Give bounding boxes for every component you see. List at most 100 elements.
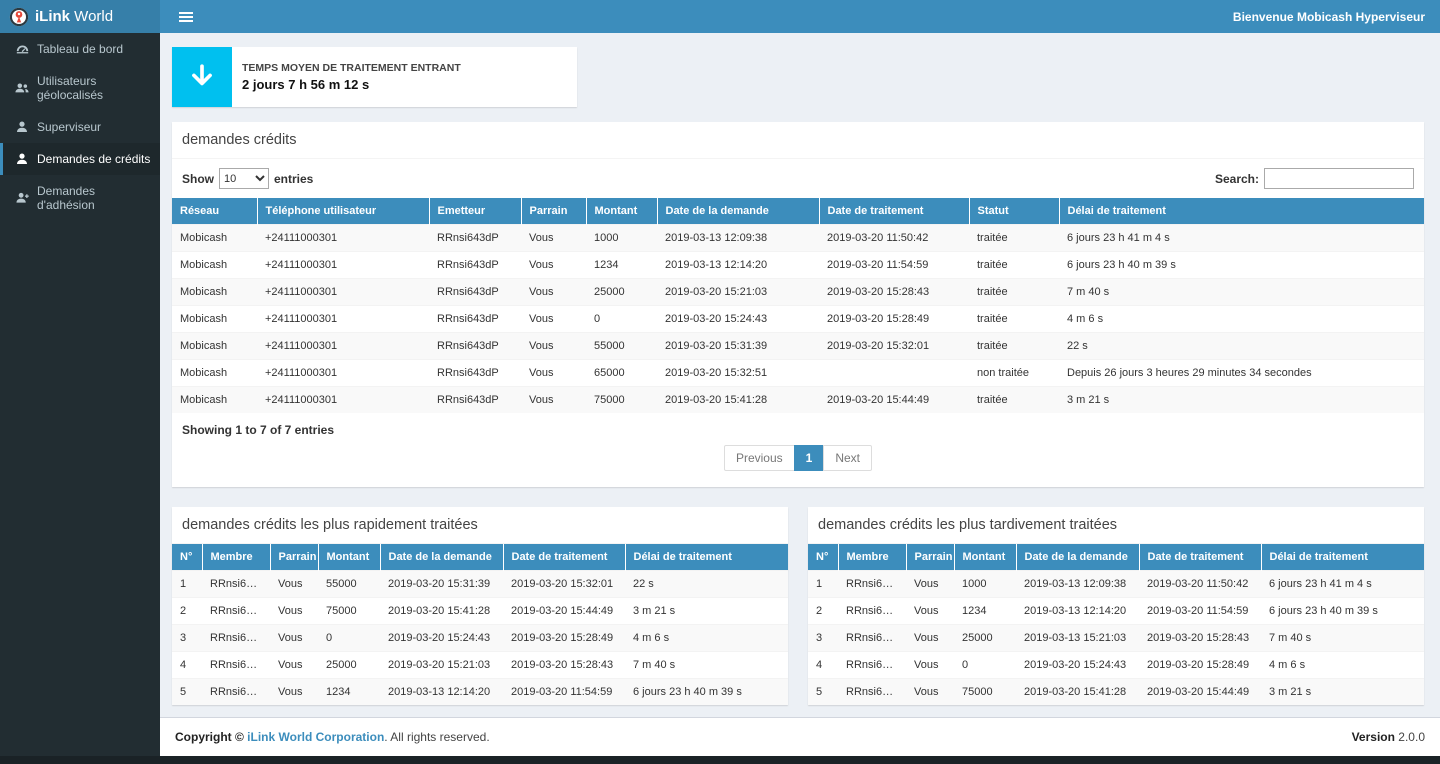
- table-cell: 1: [172, 571, 202, 598]
- table-cell: non traitée: [969, 360, 1059, 387]
- column-header[interactable]: Délai de traitement: [625, 544, 788, 571]
- table-cell: 6 jours 23 h 40 m 39 s: [1059, 252, 1424, 279]
- column-header[interactable]: Statut: [969, 198, 1059, 225]
- table-row: 3RRnsi643dPVous250002019-03-13 15:21:032…: [808, 625, 1424, 652]
- table-row: Mobicash+24111000301RRnsi643dPVous550002…: [172, 333, 1424, 360]
- company-link[interactable]: iLink World Corporation: [247, 730, 384, 744]
- sidebar-item-demandes-de-credits[interactable]: Demandes de crédits: [0, 143, 160, 175]
- show-label: Show: [182, 172, 214, 186]
- hamburger-icon: [179, 16, 193, 18]
- table-cell: 1000: [954, 571, 1016, 598]
- table-cell: 0: [318, 625, 380, 652]
- table-cell: 1234: [318, 679, 380, 706]
- column-header[interactable]: Date de la demande: [1016, 544, 1139, 571]
- table-row: 1RRnsi643dPVous550002019-03-20 15:31:392…: [172, 571, 788, 598]
- column-header[interactable]: N°: [808, 544, 838, 571]
- column-header[interactable]: Date de la demande: [380, 544, 503, 571]
- table-cell: 25000: [318, 652, 380, 679]
- slowest-credits-panel: demandes crédits les plus tardivement tr…: [808, 507, 1424, 705]
- table-cell: RRnsi643dP: [429, 387, 521, 414]
- column-header[interactable]: Délai de traitement: [1059, 198, 1424, 225]
- sidebar-item-label: Tableau de bord: [37, 42, 123, 56]
- brand-rest: World: [70, 8, 113, 25]
- column-header[interactable]: Date de traitement: [819, 198, 969, 225]
- table-cell: +24111000301: [257, 252, 429, 279]
- table-cell: Vous: [521, 252, 586, 279]
- table-cell: Mobicash: [172, 306, 257, 333]
- column-header[interactable]: Téléphone utilisateur: [257, 198, 429, 225]
- pagination-previous-button[interactable]: Previous: [724, 445, 795, 471]
- column-header[interactable]: Membre: [838, 544, 906, 571]
- column-header[interactable]: Montant: [954, 544, 1016, 571]
- column-header[interactable]: Réseau: [172, 198, 257, 225]
- column-header[interactable]: Montant: [318, 544, 380, 571]
- table-cell: RRnsi643dP: [202, 598, 270, 625]
- table-cell: RRnsi643dP: [429, 279, 521, 306]
- sidebar-item-superviseur[interactable]: Superviseur: [0, 111, 160, 143]
- table-cell: 2019-03-20 11:54:59: [1139, 598, 1261, 625]
- table-cell: 65000: [586, 360, 657, 387]
- table-cell: 4: [808, 652, 838, 679]
- table-cell: 2019-03-20 15:28:43: [819, 279, 969, 306]
- column-header[interactable]: Emetteur: [429, 198, 521, 225]
- table-cell: Mobicash: [172, 252, 257, 279]
- table-cell: 2019-03-20 15:32:01: [819, 333, 969, 360]
- table-cell: 2019-03-20 15:28:49: [819, 306, 969, 333]
- column-header[interactable]: Montant: [586, 198, 657, 225]
- table-row: 2RRnsi643dPVous750002019-03-20 15:41:282…: [172, 598, 788, 625]
- table-cell: 0: [954, 652, 1016, 679]
- column-header[interactable]: Date de la demande: [657, 198, 819, 225]
- search-input[interactable]: [1264, 168, 1414, 189]
- table-cell: Mobicash: [172, 279, 257, 306]
- table-cell: 2019-03-20 15:44:49: [1139, 679, 1261, 706]
- column-header[interactable]: Parrain: [270, 544, 318, 571]
- column-header[interactable]: N°: [172, 544, 202, 571]
- table-row: 4RRnsi643dPVous02019-03-20 15:24:432019-…: [808, 652, 1424, 679]
- processing-time-infobox: TEMPS MOYEN DE TRAITEMENT ENTRANT 2 jour…: [172, 47, 577, 107]
- copyright-text: Copyright © iLink World Corporation. All…: [175, 730, 490, 744]
- pagination-next-button[interactable]: Next: [823, 445, 872, 471]
- table-cell: 2019-03-20 15:24:43: [380, 625, 503, 652]
- column-header[interactable]: Parrain: [521, 198, 586, 225]
- column-header[interactable]: Membre: [202, 544, 270, 571]
- table-cell: 22 s: [1059, 333, 1424, 360]
- table-row: Mobicash+24111000301RRnsi643dPVous750002…: [172, 387, 1424, 414]
- table-cell: 2019-03-20 15:41:28: [657, 387, 819, 414]
- sidebar-item-utilisateurs-geolocalises[interactable]: Utilisateurs géolocalisés: [0, 65, 160, 111]
- table-cell: 6 jours 23 h 40 m 39 s: [1261, 598, 1424, 625]
- table-cell: 1234: [954, 598, 1016, 625]
- app-logo[interactable]: iLink World: [0, 0, 160, 33]
- table-cell: 2019-03-20 15:41:28: [1016, 679, 1139, 706]
- page-length-select[interactable]: 10: [219, 168, 269, 189]
- column-header[interactable]: Délai de traitement: [1261, 544, 1424, 571]
- sidebar: iLink World Tableau de bord Utilisateurs…: [0, 0, 160, 756]
- pagination-page-1-button[interactable]: 1: [794, 445, 825, 471]
- table-cell: +24111000301: [257, 333, 429, 360]
- sidebar-item-tableau-de-bord[interactable]: Tableau de bord: [0, 33, 160, 65]
- sidebar-toggle-button[interactable]: [175, 10, 197, 24]
- column-header[interactable]: Date de traitement: [503, 544, 625, 571]
- arrow-down-icon: [172, 47, 232, 107]
- user-plus-icon: [15, 192, 29, 204]
- table-cell: 2019-03-20 11:54:59: [819, 252, 969, 279]
- users-icon: [15, 82, 29, 94]
- table-cell: 2019-03-20 15:28:49: [503, 625, 625, 652]
- table-cell: 2019-03-13 12:09:38: [657, 225, 819, 252]
- column-header[interactable]: Date de traitement: [1139, 544, 1261, 571]
- table-cell: RRnsi643dP: [202, 625, 270, 652]
- sidebar-item-label: Demandes d'adhésion: [37, 184, 152, 212]
- column-header[interactable]: Parrain: [906, 544, 954, 571]
- table-cell: 75000: [318, 598, 380, 625]
- table-cell: 2019-03-13 12:14:20: [1016, 598, 1139, 625]
- table-header-row: N°MembreParrainMontantDate de la demande…: [172, 544, 788, 571]
- table-cell: RRnsi643dP: [838, 598, 906, 625]
- table-cell: 2019-03-20 11:54:59: [503, 679, 625, 706]
- table-row: Mobicash+24111000301RRnsi643dPVous123420…: [172, 252, 1424, 279]
- fastest-panel-title: demandes crédits les plus rapidement tra…: [172, 507, 788, 544]
- table-row: Mobicash+24111000301RRnsi643dPVous250002…: [172, 279, 1424, 306]
- table-cell: 6 jours 23 h 40 m 39 s: [625, 679, 788, 706]
- table-cell: 2019-03-20 15:28:49: [1139, 652, 1261, 679]
- sidebar-item-demandes-adhesion[interactable]: Demandes d'adhésion: [0, 175, 160, 221]
- table-cell: Vous: [521, 306, 586, 333]
- table-cell: RRnsi643dP: [429, 252, 521, 279]
